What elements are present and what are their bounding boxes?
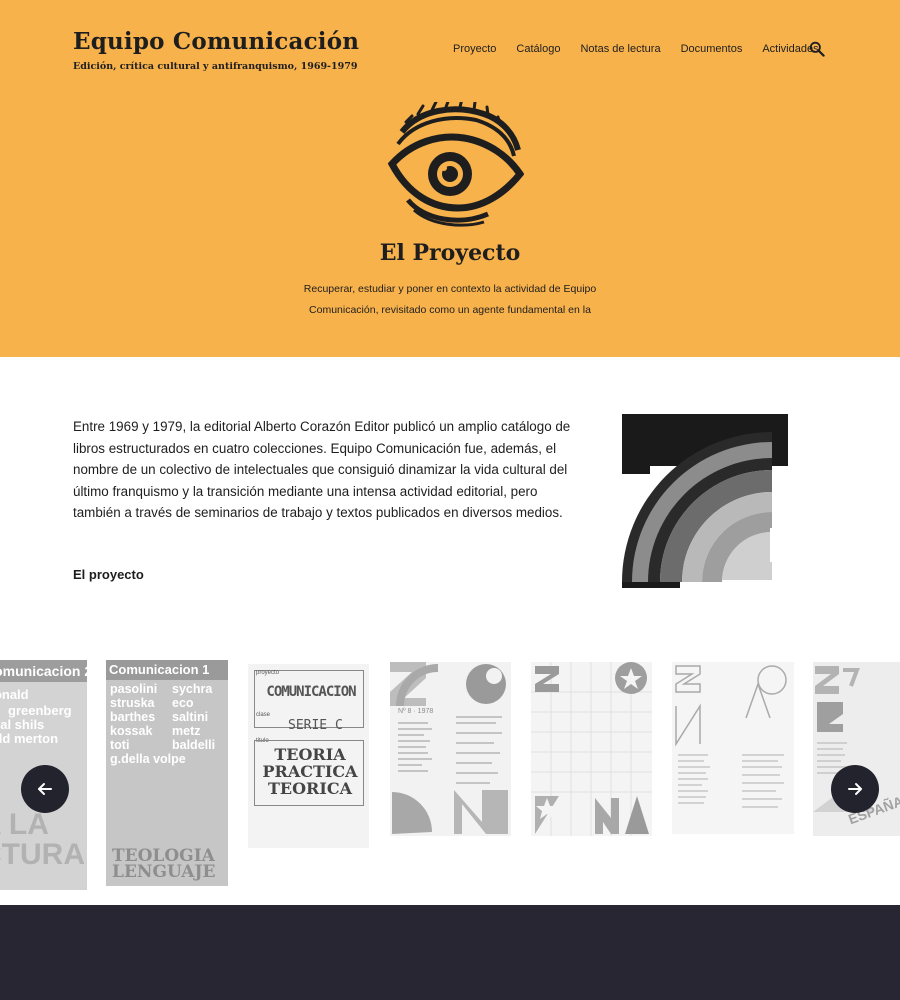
cover-issue-label: Nº 8 · 1978: [398, 708, 434, 715]
cover-author-list: pasolini sychra struska eco barthes salt…: [110, 682, 228, 766]
arrow-left-icon: [38, 783, 52, 795]
search-icon[interactable]: [809, 41, 825, 57]
cover-title: COMUNICACION: [266, 684, 356, 700]
cover-author: nthal shils: [0, 717, 45, 732]
site-title[interactable]: Equipo Comunicación: [73, 28, 359, 55]
zona-cover-art: [390, 662, 508, 834]
nav-item-notas-de-lectura[interactable]: Notas de lectura: [580, 43, 660, 55]
carousel-cover[interactable]: [672, 662, 794, 834]
cover-carousel[interactable]: Comunicacion 2 donald greenberg nthal sh…: [0, 660, 900, 890]
cover-title: Comunicacion 2: [0, 660, 87, 682]
zona-cover-art: [675, 665, 787, 808]
page-title: El Proyecto: [379, 240, 521, 266]
site-footer: [0, 905, 900, 1000]
cover-bottom-text: TEOLOGIA LENGUAJE: [112, 846, 216, 882]
carousel-cover[interactable]: [531, 662, 652, 836]
cover-author: sychra: [172, 682, 213, 696]
carousel-prev-button[interactable]: [21, 765, 69, 813]
hero-subtitle: Recuperar, estudiar y poner en contexto …: [303, 283, 597, 316]
hero-section: Equipo Comunicación Edición, crítica cul…: [0, 0, 900, 357]
nav-item-documentos[interactable]: Documentos: [681, 43, 743, 55]
cover-author: barthes: [110, 710, 156, 724]
zona-cover-art: [531, 662, 652, 836]
cover-bottom-text: TEORIA PRACTICA TEORICA: [262, 745, 358, 798]
eye-icon: [387, 102, 524, 227]
cover-author: metz: [172, 724, 201, 738]
carousel-cover[interactable]: Nº 8 · 1978: [390, 662, 511, 836]
nav-item-catalogo[interactable]: Catálogo: [516, 43, 560, 55]
carousel-cover[interactable]: Comunicacion 1 pasolini sychra struska e…: [106, 660, 228, 886]
carousel-cover[interactable]: proyecto COMUNICACION clase SERIE C titu…: [248, 664, 369, 848]
zona-artwork-image: [620, 412, 790, 590]
cover-title: Comunicacion 1: [106, 660, 228, 680]
main-nav: Proyecto Catálogo Notas de lectura Docum…: [453, 43, 839, 55]
cover-header-label: clase: [256, 712, 271, 718]
cover-author: kossak: [110, 724, 153, 738]
cover-series: SERIE C: [288, 718, 343, 733]
cover-author: donald: [0, 687, 29, 702]
cover-author: struska: [110, 696, 155, 710]
cover-author: saltini: [172, 710, 209, 724]
cover-author: pasolini: [110, 682, 158, 696]
intro-paragraph: Entre 1969 y 1979, la editorial Alberto …: [73, 419, 571, 520]
cover-author: sfeld merton: [0, 731, 59, 746]
cover-author: baldelli: [172, 738, 216, 752]
nav-item-proyecto[interactable]: Proyecto: [453, 43, 496, 55]
cover-author: g.della volpe: [110, 752, 186, 766]
site-tagline: Edición, crítica cultural y antifranquis…: [73, 61, 358, 72]
cover-bottom-text: A LA CTURA: [0, 808, 85, 871]
cover-header-label: proyecto: [256, 670, 280, 676]
arrow-right-icon: [848, 783, 862, 795]
cover-author: greenberg: [8, 703, 72, 718]
carousel-next-button[interactable]: [831, 765, 879, 813]
el-proyecto-link[interactable]: El proyecto: [73, 567, 144, 582]
cover-author: toti: [110, 738, 130, 752]
cover-author: eco: [172, 696, 194, 710]
